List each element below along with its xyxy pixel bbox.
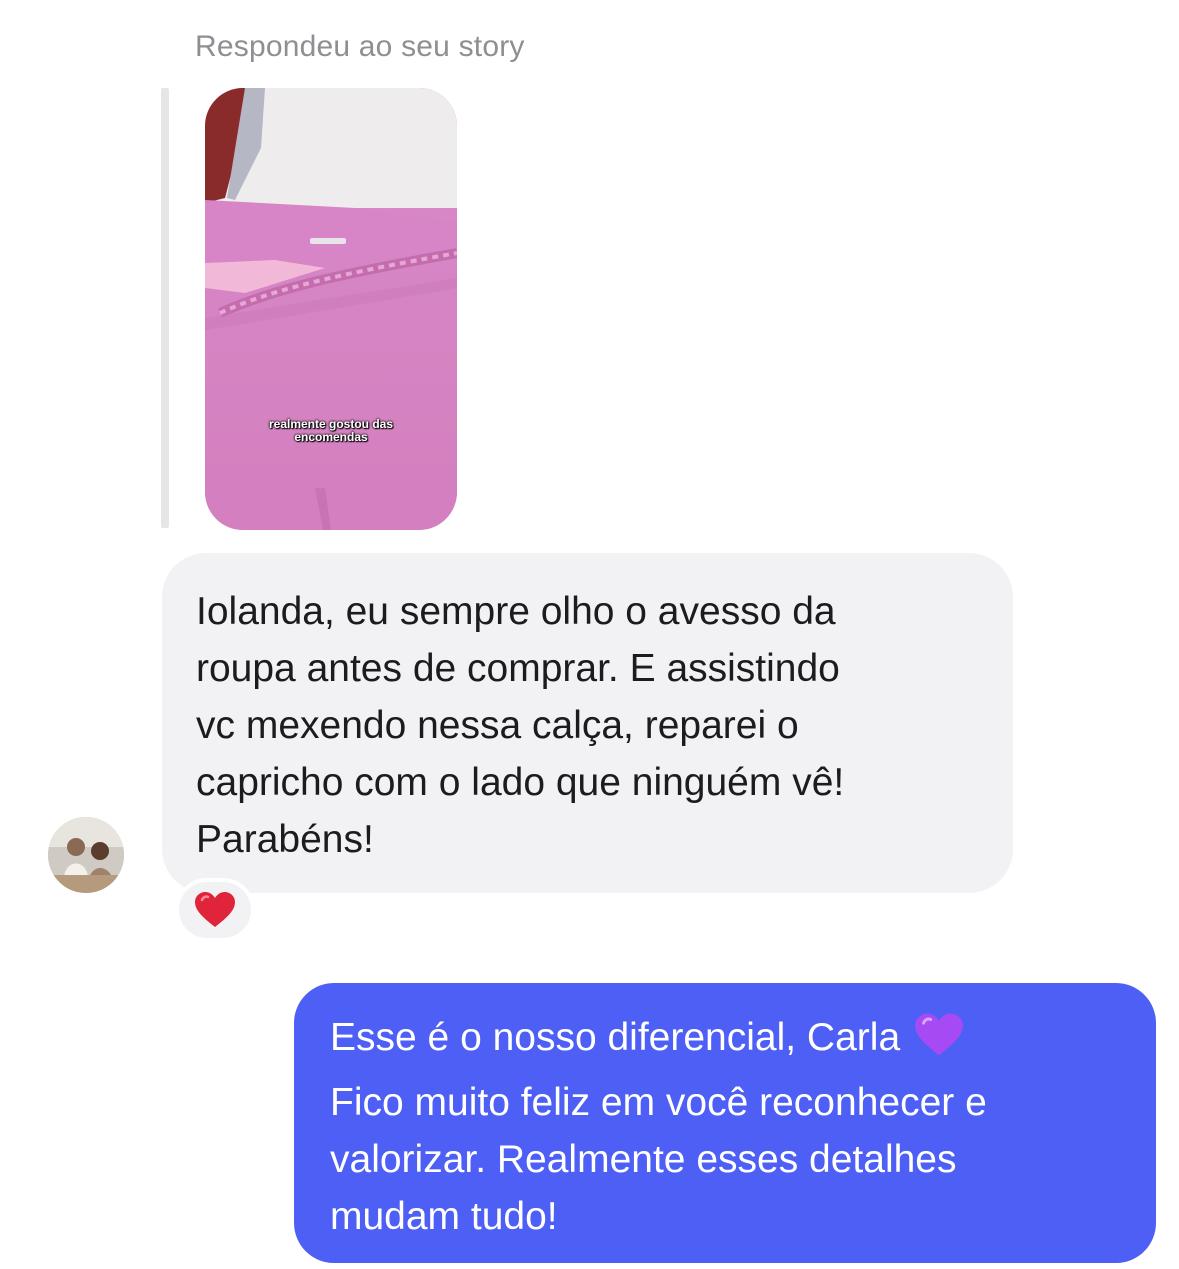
story-thumbnail[interactable]: realmente gostou das encomendas xyxy=(205,88,457,530)
story-image xyxy=(205,88,457,530)
outgoing-line-3: valorizar. Realmente esses detalhes xyxy=(330,1138,957,1181)
quote-bar xyxy=(161,88,169,528)
story-caption-line1: realmente gostou das xyxy=(268,417,394,431)
outgoing-line-1: Esse é o nosso diferencial, Carla xyxy=(330,1009,1136,1074)
incoming-message-text: Iolanda, eu sempre olho o avesso da roup… xyxy=(196,590,845,861)
outgoing-line-4: mudam tudo! xyxy=(330,1195,558,1238)
outgoing-message-bubble[interactable]: Esse é o nosso diferencial, Carla Fico m… xyxy=(294,983,1156,1263)
chat-thread: Respondeu ao seu story realmente gostou xyxy=(0,0,1179,1269)
avatar-photo xyxy=(48,817,124,893)
contact-avatar[interactable] xyxy=(48,817,124,893)
story-reply-label: Respondeu ao seu story xyxy=(195,30,525,63)
incoming-message-bubble[interactable]: Iolanda, eu sempre olho o avesso da roup… xyxy=(162,553,1013,893)
story-caption: realmente gostou das encomendas xyxy=(205,418,457,444)
outgoing-line-2: Fico muito feliz em você reconhecer e xyxy=(330,1081,987,1124)
outgoing-message-text: Esse é o nosso diferencial, Carla Fico m… xyxy=(330,1009,1136,1245)
red-heart-icon xyxy=(195,892,235,927)
story-caption-line2: encomendas xyxy=(294,430,368,444)
purple-heart-icon xyxy=(914,1012,964,1074)
reaction-badge[interactable] xyxy=(175,878,255,942)
outgoing-line-1-text: Esse é o nosso diferencial, Carla xyxy=(330,1016,901,1059)
